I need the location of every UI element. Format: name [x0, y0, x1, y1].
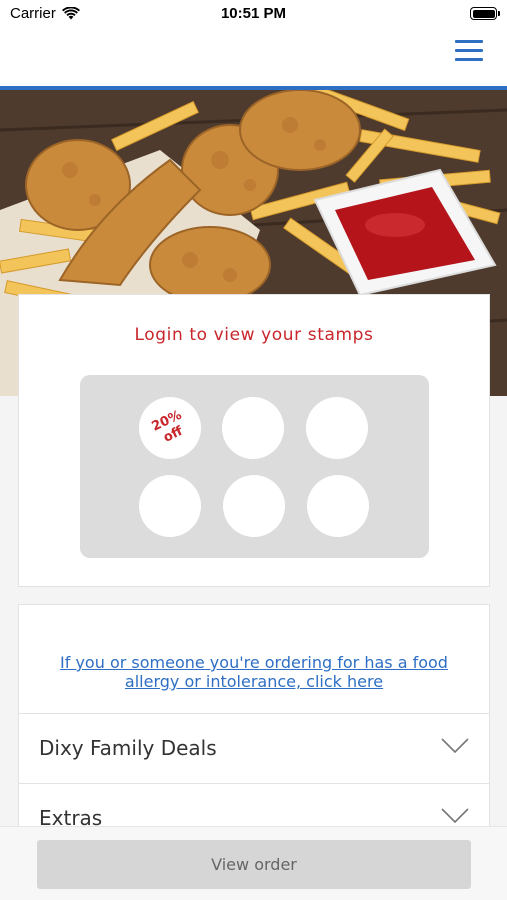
allergy-info-link[interactable]: If you or someone you're ordering for ha… — [39, 653, 469, 691]
chevron-down-icon — [441, 738, 469, 754]
section-label: Dixy Family Deals — [39, 736, 217, 760]
bottom-bar: View order — [0, 826, 507, 900]
stamp-slot — [139, 475, 201, 537]
status-bar: Carrier 10:51 PM — [0, 0, 507, 30]
chevron-down-icon — [441, 808, 469, 824]
nav-bar — [0, 30, 507, 86]
stamp-slot — [223, 475, 285, 537]
reward-label: 20% off — [141, 404, 199, 452]
login-stamps-link[interactable]: Login to view your stamps — [19, 325, 489, 345]
menu-card: If you or someone you're ordering for ha… — [18, 604, 490, 844]
view-order-button[interactable]: View order — [37, 840, 471, 889]
stamp-grid: 20% off — [80, 375, 429, 558]
stamp-slot — [222, 397, 284, 459]
hamburger-menu-icon[interactable] — [455, 40, 483, 66]
stamp-reward: 20% off — [139, 397, 201, 459]
stamp-card: Login to view your stamps 20% off — [18, 294, 490, 587]
status-time: 10:51 PM — [220, 5, 287, 22]
stamp-slot — [306, 397, 368, 459]
stamp-slot — [307, 475, 369, 537]
battery-icon — [470, 7, 500, 20]
section-dixy-family-deals[interactable]: Dixy Family Deals — [19, 713, 489, 783]
